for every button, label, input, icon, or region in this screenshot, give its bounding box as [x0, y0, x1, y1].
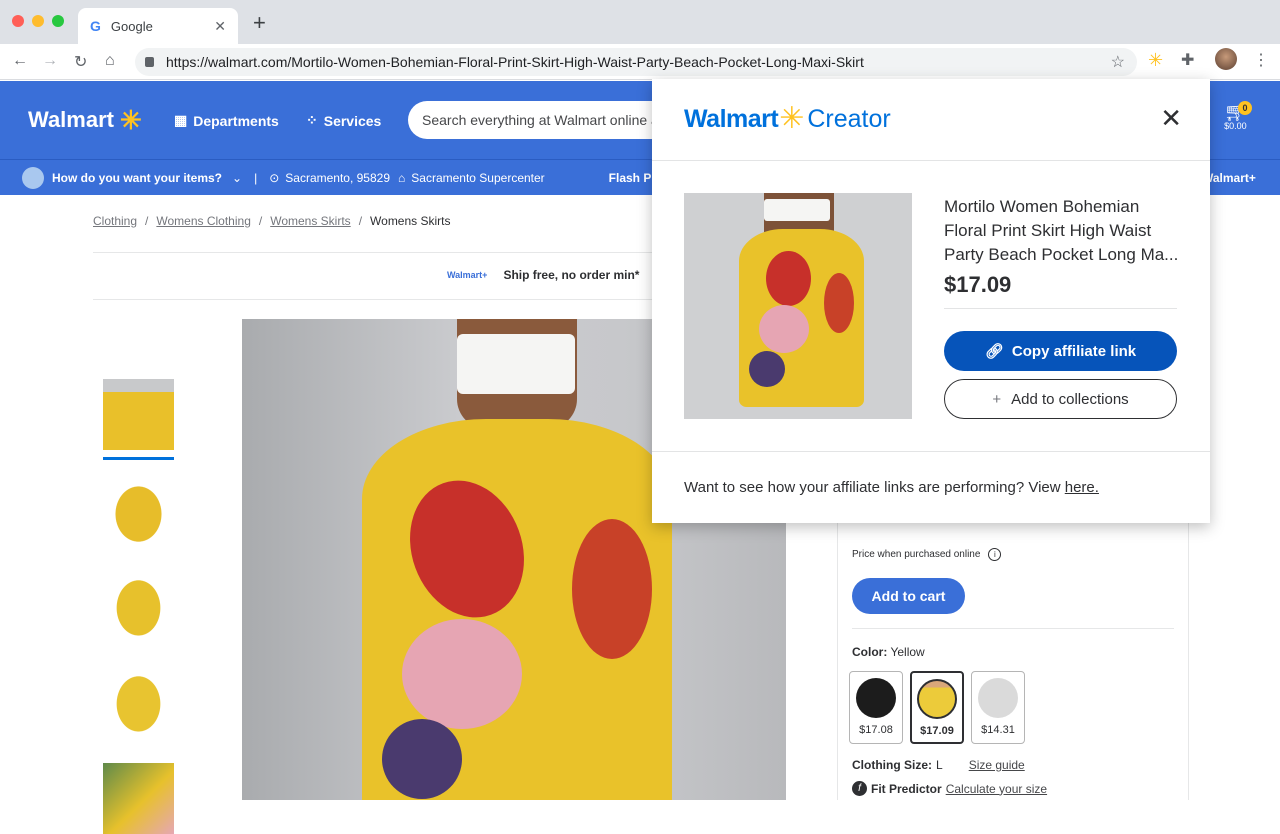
location-pin-icon: ⊙ — [269, 170, 280, 185]
grid-icon: ▦ — [174, 112, 188, 128]
extensions-puzzle-icon[interactable]: ✚ — [1181, 50, 1194, 70]
url-text: https://walmart.com/Mortilo-Women-Bohemi… — [166, 54, 864, 70]
size-row: Clothing Size: L Size guide — [852, 758, 1025, 772]
walmart-plus-badge: Walmart+ — [447, 270, 488, 280]
divider — [944, 308, 1177, 309]
location-text[interactable]: Sacramento, 95829 — [285, 171, 390, 185]
fit-predictor-icon: f — [852, 781, 867, 796]
browser-tab[interactable]: G Google ✕ — [78, 8, 238, 44]
bookmark-star-icon[interactable]: ☆ — [1111, 52, 1125, 72]
color-label: Color: Yellow — [852, 645, 925, 659]
ship-banner: Walmart+ Ship free, no order min* — [447, 268, 639, 282]
spark-icon: ✳ — [779, 102, 805, 135]
plus-icon: + — [992, 390, 1002, 408]
divider — [852, 628, 1174, 629]
new-tab-button[interactable]: + — [253, 10, 266, 36]
breadcrumb-womens-skirts[interactable]: Womens Skirts — [270, 214, 350, 228]
forward-icon[interactable]: → — [42, 52, 58, 70]
copy-affiliate-link-button[interactable]: 🔗︎ Copy affiliate link — [944, 331, 1177, 371]
size-guide-link[interactable]: Size guide — [969, 758, 1025, 772]
ship-banner-text: Ship free, no order min* — [503, 268, 640, 282]
spark-icon: ✳ — [119, 105, 142, 135]
walmart-plus-link[interactable]: Walmart+ — [1202, 171, 1256, 185]
performance-link[interactable]: here. — [1065, 479, 1099, 496]
browser-tab-bar: G Google ✕ + — [0, 0, 1280, 44]
browser-toolbar: ← → ↻ ⌂ https://walmart.com/Mortilo-Wome… — [0, 44, 1280, 80]
popup-product-title: Mortilo Women Bohemian Floral Print Skir… — [944, 197, 1179, 264]
swatch-color — [978, 678, 1018, 718]
product-thumbnail[interactable] — [103, 475, 174, 546]
fulfillment-icon — [22, 166, 44, 189]
cart-button[interactable]: 🛒︎ 0 $0.00 — [1224, 101, 1252, 131]
lock-icon — [145, 57, 154, 67]
address-bar[interactable]: https://walmart.com/Mortilo-Women-Bohemi… — [135, 48, 1137, 76]
close-window-button[interactable] — [12, 15, 24, 27]
color-swatch-yellow[interactable]: $17.09 — [910, 671, 964, 744]
divider — [93, 252, 653, 253]
walmart-creator-logo: Walmart ✳ Creator — [684, 102, 891, 135]
services-icon: ⁘ — [306, 112, 318, 128]
breadcrumb-clothing[interactable]: Clothing — [93, 214, 137, 228]
cart-total: $0.00 — [1224, 121, 1247, 131]
thumbnail-selected-indicator — [103, 457, 174, 460]
services-button[interactable]: ⁘ Services — [306, 112, 381, 129]
breadcrumb-current: Womens Skirts — [370, 214, 451, 228]
store-text[interactable]: Sacramento Supercenter — [411, 171, 544, 185]
home-icon[interactable]: ⌂ — [105, 52, 115, 70]
info-icon[interactable]: i — [988, 548, 1002, 561]
google-g-icon: G — [90, 18, 101, 34]
color-swatch-black[interactable]: $17.08 — [849, 671, 903, 744]
walmart-logo[interactable]: Walmart ✳ — [28, 107, 142, 133]
link-icon: 🔗︎ — [984, 343, 1004, 360]
breadcrumb-womens-clothing[interactable]: Womens Clothing — [156, 214, 251, 228]
swatch-color — [856, 678, 896, 718]
tab-title: Google — [110, 18, 153, 34]
maximize-window-button[interactable] — [52, 15, 64, 27]
popup-product-price: $17.09 — [944, 272, 1012, 297]
calculate-size-link[interactable]: Calculate your size — [946, 782, 1047, 796]
product-thumbnail[interactable] — [103, 667, 174, 738]
breadcrumb: Clothing / Womens Clothing / Womens Skirts… — [93, 214, 451, 228]
swatch-color — [917, 679, 957, 719]
add-to-cart-button[interactable]: Add to cart — [852, 578, 965, 614]
popup-product-image — [684, 193, 912, 419]
color-swatch-gray[interactable]: $14.31 — [971, 671, 1025, 744]
reload-icon[interactable]: ↻ — [74, 52, 87, 72]
browser-menu-icon[interactable]: ⋮ — [1253, 50, 1269, 70]
back-icon[interactable]: ← — [12, 52, 28, 70]
add-to-collections-button[interactable]: + Add to collections — [944, 379, 1177, 419]
minimize-window-button[interactable] — [32, 15, 44, 27]
walmart-creator-popup: Walmart ✳ Creator ✕ Mortilo Women Bohemi… — [652, 79, 1210, 523]
store-icon: ⌂ — [398, 170, 406, 185]
cart-count-badge: 0 — [1238, 101, 1252, 115]
divider — [652, 451, 1210, 452]
product-thumbnail[interactable] — [103, 379, 174, 450]
popup-header: Walmart ✳ Creator ✕ — [652, 79, 1210, 161]
departments-button[interactable]: ▦ Departments — [174, 112, 279, 129]
walmart-extension-icon[interactable]: ✳ — [1148, 50, 1163, 71]
close-tab-icon[interactable]: ✕ — [214, 18, 226, 35]
divider: | — [254, 170, 258, 185]
divider — [93, 299, 653, 300]
fulfillment-selector[interactable]: How do you want your items? — [52, 171, 222, 185]
product-thumbnail[interactable] — [103, 763, 174, 834]
price-note: Price when purchased online i — [852, 548, 1002, 561]
product-thumbnail[interactable] — [103, 571, 174, 642]
window-controls — [12, 15, 64, 27]
chevron-down-icon[interactable]: ⌄ — [232, 171, 242, 185]
close-icon[interactable]: ✕ — [1160, 105, 1182, 131]
fit-predictor-row: f Fit Predictor Calculate your size — [852, 781, 1047, 796]
popup-footer-text: Want to see how your affiliate links are… — [684, 479, 1099, 496]
profile-avatar[interactable] — [1215, 48, 1237, 70]
